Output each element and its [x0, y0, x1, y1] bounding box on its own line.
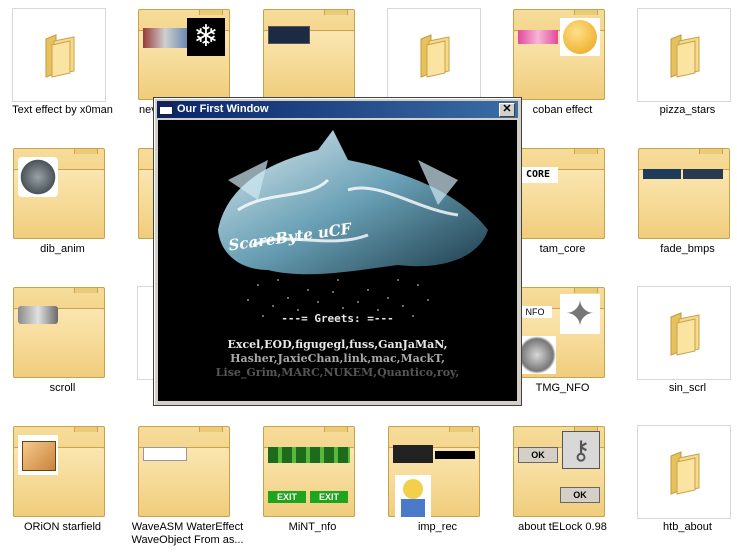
greets-line: Excel,EOD,figugegl,fuss,GanJaMaN, — [227, 338, 448, 351]
folder-item[interactable]: EXIT EXIT MiNT_nfo — [250, 417, 375, 555]
folder-icon — [12, 286, 106, 380]
folder-label: imp_rec — [417, 521, 458, 533]
ok-button-image: OK — [518, 447, 558, 463]
folder-icon — [670, 312, 700, 356]
folder-label: htb_about — [663, 521, 712, 533]
leaf-banner-image — [268, 447, 350, 463]
thumbnail-image — [143, 28, 187, 48]
folder-icon — [670, 451, 700, 495]
greets-line: Lise_Grim,MARC,NUKEM,Quantico,roy, — [215, 366, 460, 379]
folder-icon — [262, 8, 356, 102]
greets-title: ---= Greets: =--- — [281, 312, 394, 325]
folder-item[interactable]: Text effect by x0man — [0, 0, 125, 138]
folder-icon — [45, 34, 75, 78]
eagle-emblem-image — [18, 157, 58, 197]
thumbnail-image — [393, 445, 433, 463]
folder-item[interactable]: sin_scrl — [625, 278, 737, 416]
scroll-logo-image — [18, 306, 58, 324]
folder-thumbnail — [637, 286, 731, 380]
app-window-icon — [159, 103, 173, 115]
folder-icon: NFO ✦ — [512, 286, 606, 380]
greets-line: Hasher,JaxieChan,link,mac,MackT, — [230, 352, 445, 365]
folder-thumbnail — [637, 8, 731, 102]
folder-label: WaveASM WaterEffect WaveObject From as..… — [131, 521, 244, 546]
folder-icon — [12, 147, 106, 241]
folder-item[interactable]: htb_about — [625, 417, 737, 555]
window-title: Our First Window — [177, 103, 269, 115]
gray-blob-image — [518, 336, 556, 374]
folder-label: fade_bmps — [660, 243, 715, 255]
exit-button-image: EXIT — [268, 491, 306, 503]
folder-item[interactable]: WaveASM WaterEffect WaveObject From as..… — [125, 417, 250, 555]
demo-canvas: ScareByte uCF ---= Greets: =--- Excel,EO… — [158, 120, 517, 401]
emoticon-image — [560, 18, 600, 56]
folder-label: ORiON starfield — [23, 521, 102, 533]
folder-icon — [670, 34, 700, 78]
folder-label: scroll — [49, 382, 76, 394]
star-image: ✦ — [560, 294, 600, 334]
snowflake-image: ❄ — [187, 18, 225, 56]
thumbnail-image — [268, 26, 310, 44]
folder-item[interactable]: imp_rec — [375, 417, 500, 555]
character-image — [395, 475, 431, 517]
folder-icon — [12, 425, 106, 519]
thumbnail-image-2 — [683, 169, 723, 179]
key-image: ⚷ — [562, 431, 600, 469]
folder-thumbnail — [387, 8, 481, 102]
folder-thumbnail — [12, 8, 106, 102]
folder-label: Text effect by x0man — [12, 104, 113, 116]
ok-button-image-2: OK — [560, 487, 600, 503]
folder-label: about tELock 0.98 — [518, 521, 607, 533]
folder-label: pizza_stars — [659, 104, 716, 116]
folder-thumbnail — [637, 425, 731, 519]
folder-icon — [420, 34, 450, 78]
folder-item[interactable]: scroll — [0, 278, 125, 416]
folder-item[interactable]: ORiON starfield — [0, 417, 125, 555]
title-bar[interactable]: Our First Window ✕ — [157, 101, 518, 118]
folder-item[interactable]: pizza_stars — [625, 0, 737, 138]
app-window[interactable]: Our First Window ✕ ScareByte uCF ---= Gr… — [153, 97, 522, 406]
nfo-tag-image: NFO — [518, 306, 552, 318]
folder-label: sin_scrl — [668, 382, 707, 394]
box-image — [18, 435, 58, 475]
core-logo-image: CORE — [518, 167, 558, 183]
folder-item[interactable]: dib_anim — [0, 139, 125, 277]
folder-label: MiNT_nfo — [288, 521, 337, 533]
folder-icon: EXIT EXIT — [262, 425, 356, 519]
thumbnail-image-2 — [435, 451, 475, 459]
folder-label: dib_anim — [40, 243, 85, 255]
folder-icon: OK ⚷ OK — [512, 425, 606, 519]
thumbnail-image — [143, 447, 187, 461]
folder-icon: ❄ — [137, 8, 231, 102]
folder-item[interactable]: fade_bmps — [625, 139, 737, 277]
close-button[interactable]: ✕ — [499, 103, 515, 117]
folder-item[interactable]: OK ⚷ OK about tELock 0.98 — [500, 417, 625, 555]
folder-icon — [387, 425, 481, 519]
thumbnail-image — [643, 169, 681, 179]
folder-icon — [637, 147, 731, 241]
thumbnail-image — [518, 30, 558, 44]
folder-icon: CORE — [512, 147, 606, 241]
folder-icon — [137, 425, 231, 519]
exit-button-image-2: EXIT — [310, 491, 348, 503]
folder-icon — [512, 8, 606, 102]
